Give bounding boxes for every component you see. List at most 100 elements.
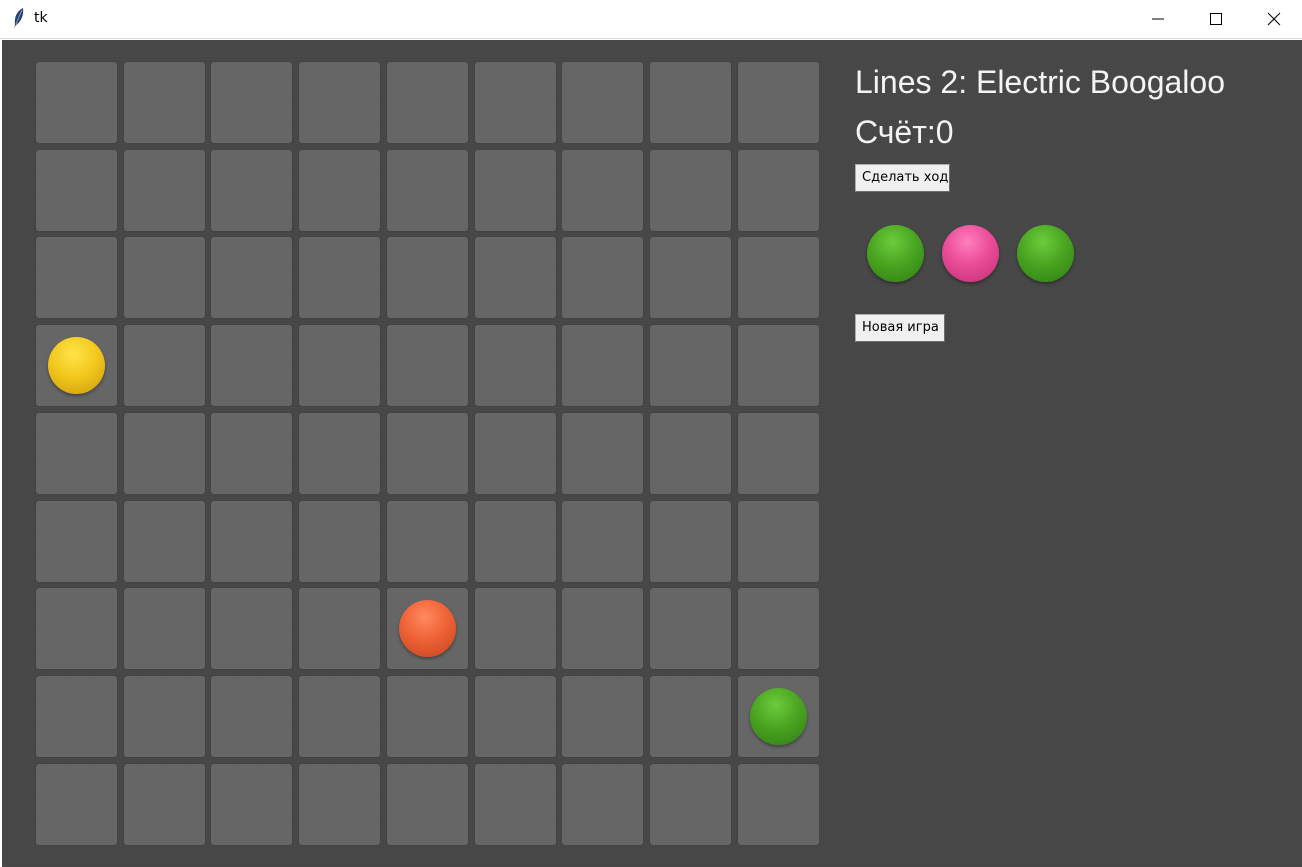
board-cell[interactable]	[36, 501, 117, 582]
board-cell[interactable]	[738, 413, 819, 494]
board-cell[interactable]	[299, 62, 380, 143]
board-cell[interactable]	[650, 676, 731, 757]
green-ball[interactable]	[750, 688, 807, 745]
board-cell[interactable]	[124, 237, 205, 318]
board-cell[interactable]	[562, 62, 643, 143]
board-cell[interactable]	[299, 501, 380, 582]
board-cell[interactable]	[211, 150, 292, 231]
board-cell[interactable]	[387, 237, 468, 318]
board-cell[interactable]	[36, 764, 117, 845]
orange-ball[interactable]	[399, 600, 456, 657]
board-cell[interactable]	[124, 676, 205, 757]
board-cell[interactable]	[299, 237, 380, 318]
board-cell[interactable]	[650, 588, 731, 669]
board-cell[interactable]	[475, 62, 556, 143]
next-green-ball	[1017, 225, 1074, 282]
board-cell[interactable]	[299, 764, 380, 845]
board-cell[interactable]	[124, 588, 205, 669]
board-cell[interactable]	[475, 588, 556, 669]
board-cell[interactable]	[562, 764, 643, 845]
board-cell[interactable]	[211, 413, 292, 494]
board-cell[interactable]	[562, 150, 643, 231]
board-cell[interactable]	[738, 62, 819, 143]
board-cell[interactable]	[650, 413, 731, 494]
board-cell[interactable]	[211, 764, 292, 845]
board-cell[interactable]	[738, 325, 819, 406]
board-cell[interactable]	[562, 237, 643, 318]
board-cell[interactable]	[738, 764, 819, 845]
board-cell[interactable]	[211, 237, 292, 318]
board-cell[interactable]	[124, 501, 205, 582]
board-cell[interactable]	[650, 150, 731, 231]
board-cell[interactable]	[475, 676, 556, 757]
board-cell[interactable]	[124, 764, 205, 845]
board-cell[interactable]	[738, 237, 819, 318]
board-cell[interactable]	[562, 501, 643, 582]
make-move-button[interactable]: Сделать ход	[855, 164, 950, 192]
board-cell[interactable]	[124, 413, 205, 494]
score-label: Счёт:0	[855, 114, 954, 150]
board-cell[interactable]	[36, 413, 117, 494]
board-cell[interactable]	[299, 325, 380, 406]
next-green-ball	[867, 225, 924, 282]
board-cell[interactable]	[650, 764, 731, 845]
board-cell[interactable]	[36, 325, 117, 406]
board-cell[interactable]	[562, 413, 643, 494]
board-cell[interactable]	[387, 413, 468, 494]
close-button[interactable]	[1245, 0, 1302, 38]
board-cell[interactable]	[475, 150, 556, 231]
board-cell[interactable]	[562, 325, 643, 406]
maximize-button[interactable]	[1187, 0, 1245, 38]
new-game-button[interactable]: Новая игра	[855, 314, 945, 342]
board-cell[interactable]	[299, 676, 380, 757]
board-cell[interactable]	[124, 62, 205, 143]
board-cell[interactable]	[562, 676, 643, 757]
yellow-ball[interactable]	[48, 337, 105, 394]
board-cell[interactable]	[387, 501, 468, 582]
board-cell[interactable]	[650, 325, 731, 406]
board-cell[interactable]	[36, 588, 117, 669]
title-bar[interactable]: tk	[0, 0, 1302, 39]
close-icon	[1267, 12, 1281, 26]
board-cell[interactable]	[299, 413, 380, 494]
board-cell[interactable]	[475, 501, 556, 582]
board-cell[interactable]	[650, 62, 731, 143]
board-cell[interactable]	[387, 588, 468, 669]
board-cell[interactable]	[299, 588, 380, 669]
board-cell[interactable]	[475, 413, 556, 494]
board-cell[interactable]	[387, 764, 468, 845]
game-title: Lines 2: Electric Boogaloo	[855, 64, 1225, 100]
tk-feather-icon	[14, 8, 24, 28]
board-cell[interactable]	[211, 62, 292, 143]
board-cell[interactable]	[650, 501, 731, 582]
board-cell[interactable]	[475, 237, 556, 318]
board-cell[interactable]	[36, 237, 117, 318]
board-cell[interactable]	[36, 62, 117, 143]
minimize-button[interactable]	[1129, 0, 1187, 38]
board-cell[interactable]	[387, 62, 468, 143]
board-cell[interactable]	[738, 676, 819, 757]
board-cell[interactable]	[299, 150, 380, 231]
board-cell[interactable]	[211, 676, 292, 757]
window-title: tk	[34, 10, 48, 26]
board-cell[interactable]	[36, 676, 117, 757]
board-cell[interactable]	[36, 150, 117, 231]
board-cell[interactable]	[211, 501, 292, 582]
board-cell[interactable]	[475, 325, 556, 406]
board-cell[interactable]	[124, 325, 205, 406]
board-cell[interactable]	[562, 588, 643, 669]
app-window: tk Lines 2: Electric Boogaloo Счёт:0 Сде…	[0, 0, 1302, 867]
board-cell[interactable]	[387, 676, 468, 757]
board-cell[interactable]	[211, 588, 292, 669]
maximize-icon	[1210, 13, 1222, 25]
board-cell[interactable]	[650, 237, 731, 318]
board-cell[interactable]	[475, 764, 556, 845]
next-pink-ball	[942, 225, 999, 282]
board-cell[interactable]	[738, 150, 819, 231]
board-cell[interactable]	[738, 501, 819, 582]
board-cell[interactable]	[387, 150, 468, 231]
board-cell[interactable]	[124, 150, 205, 231]
board-cell[interactable]	[738, 588, 819, 669]
board-cell[interactable]	[211, 325, 292, 406]
board-cell[interactable]	[387, 325, 468, 406]
